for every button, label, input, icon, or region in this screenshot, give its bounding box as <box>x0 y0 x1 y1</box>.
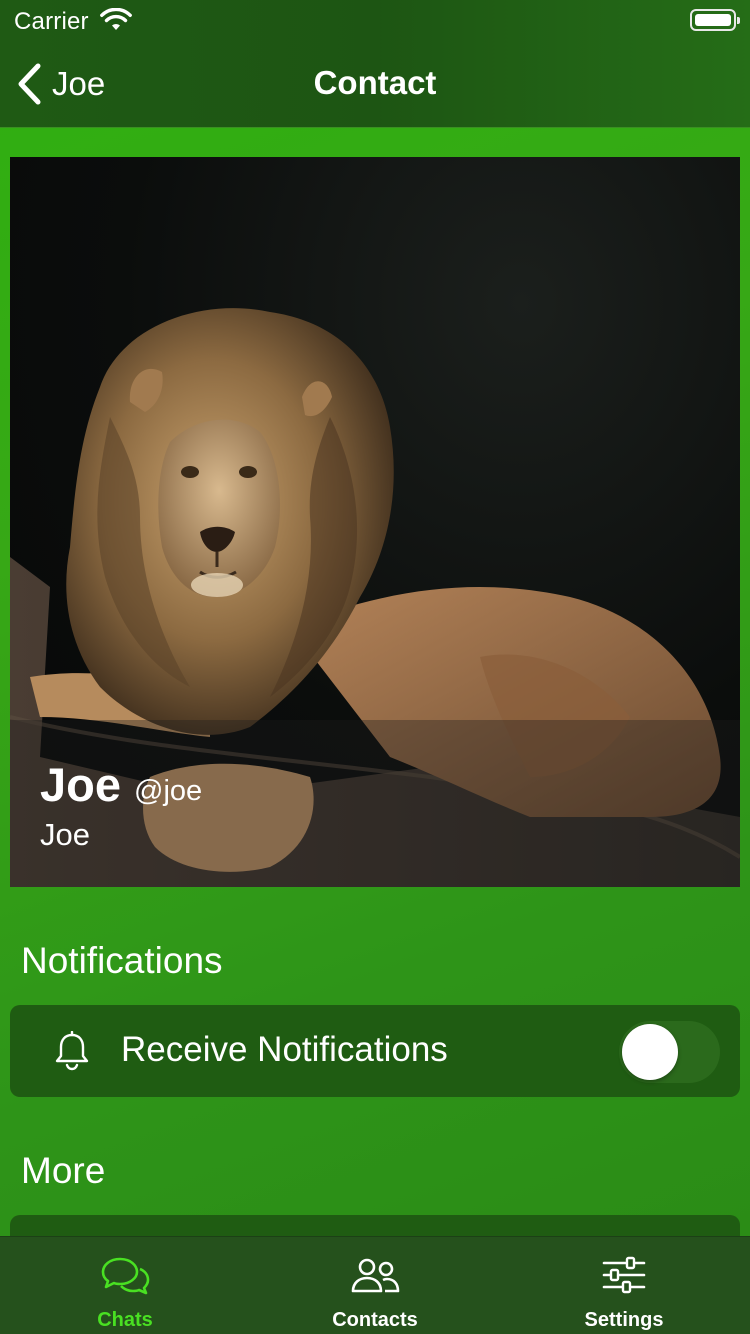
tab-chats-label: Chats <box>97 1309 153 1331</box>
toggle-knob <box>622 1024 678 1080</box>
tab-settings-label: Settings <box>584 1309 664 1331</box>
bell-icon <box>55 1031 89 1071</box>
status-bar: Carrier <box>0 0 750 42</box>
tab-bar: Chats Contacts Settings <box>0 1236 750 1334</box>
more-section-title: More <box>21 1150 106 1191</box>
tab-chats[interactable]: Chats <box>0 1237 250 1334</box>
page-title: Contact <box>313 64 437 101</box>
battery-icon <box>690 9 740 31</box>
contact-photo: Joe @joe Joe <box>10 157 740 887</box>
navigation-header: Carrier Joe Contact <box>0 0 750 128</box>
chat-bubbles-icon <box>101 1257 150 1295</box>
contact-display-name: Joe <box>40 758 121 811</box>
contact-subtitle: Joe <box>40 817 90 852</box>
tab-contacts-label: Contacts <box>332 1309 418 1331</box>
tab-contacts[interactable]: Contacts <box>250 1237 500 1334</box>
receive-notifications-row[interactable]: Receive Notifications <box>10 1005 740 1097</box>
carrier-label: Carrier <box>14 8 89 35</box>
sliders-icon <box>602 1256 646 1294</box>
wifi-icon <box>100 8 132 30</box>
tab-settings[interactable]: Settings <box>499 1237 749 1334</box>
notifications-section-title: Notifications <box>21 940 223 981</box>
contact-handle: @joe <box>134 775 203 807</box>
receive-notifications-label: Receive Notifications <box>121 1030 448 1069</box>
people-icon <box>351 1258 400 1293</box>
receive-notifications-toggle[interactable] <box>619 1021 720 1083</box>
